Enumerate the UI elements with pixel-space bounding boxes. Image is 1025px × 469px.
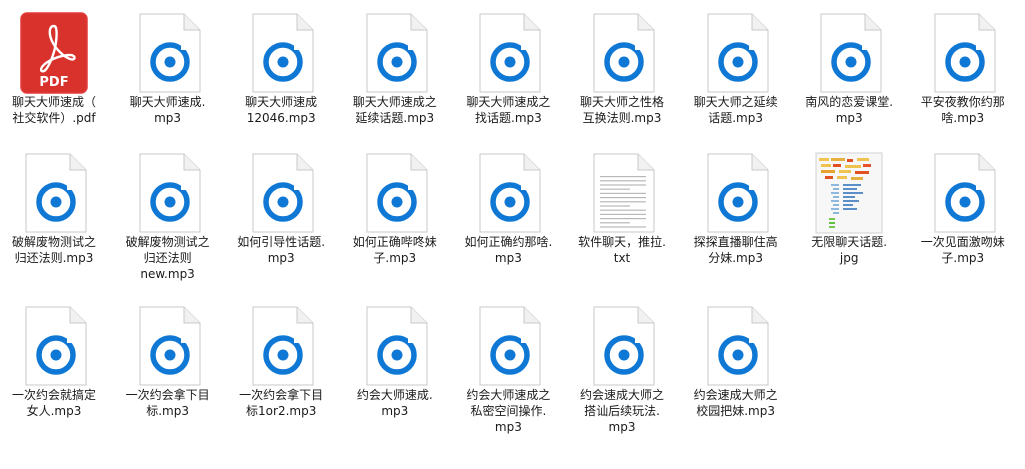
file-name-label: 聊天大师速成（ 社交软件）.pdf [11,95,96,125]
file-item[interactable]: 如何引导性话题. mp3 [227,140,335,285]
file-item[interactable]: 一次约会拿下目 标1or2.mp3 [227,293,335,438]
pdf-file-icon: PDF [20,12,88,94]
file-name-label: 破解废物测试之 归还法则.mp3 [11,235,96,265]
file-grid: PDF 聊天大师速成（ 社交软件）.pdf 聊天大师速成. mp3 聊天大师速成 12… [0,0,1025,469]
audio-file-icon [247,12,315,94]
file-item[interactable]: 聊天大师之性格 互换法则.mp3 [568,0,676,145]
file-name-label: 聊天大师速成 12046.mp3 [245,95,318,125]
audio-file-icon [247,305,315,387]
audio-file-icon [134,305,202,387]
image-thumbnail-icon [815,152,883,234]
audio-file-icon [702,305,770,387]
audio-file-icon [361,12,429,94]
file-name-label: 南风的恋爱课堂. mp3 [805,95,894,125]
audio-file-icon [702,152,770,234]
file-item[interactable]: 破解废物测试之 归还法则.mp3 [0,140,108,285]
file-item[interactable]: PDF 聊天大师速成（ 社交软件）.pdf [0,0,108,145]
file-name-label: 如何正确哔咚妹 子.mp3 [352,235,437,265]
file-name-label: 约会大师速成之 私密空间操作. mp3 [466,388,551,434]
audio-file-icon [361,152,429,234]
file-name-label: 聊天大师速成之 延续话题.mp3 [352,95,437,125]
file-item[interactable]: 聊天大师速成之 找话题.mp3 [454,0,562,145]
file-item[interactable]: 一次见面激吻妹 子.mp3 [909,140,1017,285]
text-file-icon [588,152,656,234]
file-name-label: 如何正确约那啥. mp3 [464,235,553,265]
file-name-label: 一次约会就搞定 女人.mp3 [11,388,96,418]
audio-file-icon [361,305,429,387]
svg-text:PDF: PDF [39,75,68,90]
file-name-label: 约会速成大师之 搭讪后续玩法. mp3 [579,388,664,434]
audio-file-icon [702,12,770,94]
file-item[interactable]: 约会大师速成. mp3 [341,293,449,438]
file-item[interactable]: 如何正确哔咚妹 子.mp3 [341,140,449,285]
file-item[interactable]: 软件聊天，推拉. txt [568,140,676,285]
file-item[interactable]: 聊天大师速成之 延续话题.mp3 [341,0,449,145]
audio-file-icon [588,12,656,94]
file-name-label: 约会大师速成. mp3 [356,388,433,418]
file-name-label: 聊天大师速成之 找话题.mp3 [466,95,551,125]
audio-file-icon [929,152,997,234]
file-name-label: 约会速成大师之 校园把妹.mp3 [693,388,778,418]
audio-file-icon [20,305,88,387]
file-name-label: 软件聊天，推拉. txt [578,235,666,265]
file-item[interactable]: 聊天大师速成 12046.mp3 [227,0,335,145]
file-name-label: 聊天大师速成. mp3 [129,95,206,125]
audio-file-icon [474,305,542,387]
file-name-label: 一次见面激吻妹 子.mp3 [920,235,1005,265]
file-item[interactable]: 无限聊天话题. jpg [795,140,903,285]
file-name-label: 平安夜教你约那 啥.mp3 [920,95,1005,125]
file-name-label: 无限聊天话题. jpg [811,235,888,265]
audio-file-icon [929,12,997,94]
audio-file-icon [134,152,202,234]
file-name-label: 探探直播聊住高 分妹.mp3 [693,235,778,265]
file-item[interactable]: 南风的恋爱课堂. mp3 [795,0,903,145]
audio-file-icon [247,152,315,234]
file-name-label: 破解废物测试之 归还法则 new.mp3 [125,235,210,281]
audio-file-icon [20,152,88,234]
file-item[interactable]: 约会大师速成之 私密空间操作. mp3 [454,293,562,438]
file-name-label: 一次约会拿下目 标1or2.mp3 [239,388,324,418]
file-item[interactable]: 聊天大师速成. mp3 [114,0,222,145]
file-item[interactable]: 约会速成大师之 校园把妹.mp3 [682,293,790,438]
file-name-label: 一次约会拿下目 标.mp3 [125,388,210,418]
file-item[interactable]: 约会速成大师之 搭讪后续玩法. mp3 [568,293,676,438]
file-item[interactable]: 破解废物测试之 归还法则 new.mp3 [114,140,222,285]
file-item[interactable]: 探探直播聊住高 分妹.mp3 [682,140,790,285]
file-name-label: 聊天大师之延续 话题.mp3 [693,95,778,125]
file-item[interactable]: 一次约会就搞定 女人.mp3 [0,293,108,438]
file-name-label: 聊天大师之性格 互换法则.mp3 [579,95,664,125]
file-item[interactable]: 一次约会拿下目 标.mp3 [114,293,222,438]
file-name-label: 如何引导性话题. mp3 [237,235,326,265]
audio-file-icon [474,152,542,234]
file-item[interactable]: 聊天大师之延续 话题.mp3 [682,0,790,145]
file-item[interactable]: 平安夜教你约那 啥.mp3 [909,0,1017,145]
audio-file-icon [134,12,202,94]
audio-file-icon [474,12,542,94]
audio-file-icon [588,305,656,387]
audio-file-icon [815,12,883,94]
file-item[interactable]: 如何正确约那啥. mp3 [454,140,562,285]
